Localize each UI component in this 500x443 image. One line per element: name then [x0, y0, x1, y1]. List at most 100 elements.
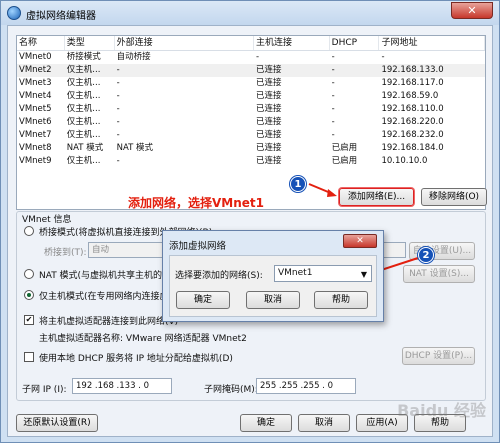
vmware-app-icon: [7, 6, 21, 20]
table-cell: 已连接: [255, 130, 282, 140]
col-header-dhcp[interactable]: DHCP: [330, 36, 380, 50]
dialog-ok-button[interactable]: 确定: [176, 291, 230, 309]
table-cell: 仅主机...: [66, 91, 101, 101]
table-cell: -: [116, 65, 120, 75]
table-row[interactable]: VMnet5 仅主机... - 已连接 - 192.168.110.0: [17, 103, 485, 116]
table-cell: VMnet8: [19, 143, 52, 153]
table-cell: 192.168.59.0: [381, 91, 439, 101]
table-row[interactable]: VMnet9 仅主机... - 已连接 已启用 10.10.10.0: [17, 155, 485, 168]
add-network-button[interactable]: 添加网络(E)...: [339, 188, 414, 206]
table-cell: -: [331, 104, 335, 114]
table-cell: 仅主机...: [66, 117, 101, 127]
table-row[interactable]: VMnet4 仅主机... - 已连接 - 192.168.59.0: [17, 90, 485, 103]
subnet-mask-label: 子网掩码(M):: [204, 385, 258, 395]
network-select[interactable]: VMnet1 ▼: [274, 265, 372, 282]
table-cell: -: [116, 156, 120, 166]
table-cell: VMnet5: [19, 104, 52, 114]
title-bar: 虚拟网络编辑器 ✕: [1, 1, 499, 25]
nat-settings-button[interactable]: NAT 设置(S)...: [403, 265, 475, 283]
table-cell: -: [331, 78, 335, 88]
subnet-mask-input[interactable]: 255 .255 .255 . 0: [256, 378, 356, 394]
add-virtual-network-dialog: 添加虚拟网络 ✕ 选择要添加的网络(S): VMnet1 ▼ 确定 取消 帮助: [162, 230, 384, 322]
subnet-ip-input[interactable]: 192 .168 .133 . 0: [72, 378, 172, 394]
connect-adapter-label: 将主机虚拟适配器连接到此网络(V): [39, 317, 179, 327]
table-cell: -: [331, 91, 335, 101]
restore-defaults-button[interactable]: 还原默认设置(R): [16, 414, 98, 432]
dialog-title: 添加虚拟网络: [169, 241, 227, 252]
ok-button[interactable]: 确定: [240, 414, 292, 432]
table-cell: 仅主机...: [66, 130, 101, 140]
remove-network-button[interactable]: 移除网络(O): [421, 188, 487, 206]
table-row[interactable]: VMnet2 仅主机... - 已连接 - 192.168.133.0: [17, 64, 485, 77]
adapter-name-label: 主机虚拟适配器名称: VMware 网络适配器 VMnet2: [39, 334, 247, 344]
table-cell: VMnet9: [19, 156, 52, 166]
host-only-radio[interactable]: [24, 290, 34, 300]
table-cell: 192.168.117.0: [381, 78, 444, 88]
table-cell: 已连接: [255, 156, 282, 166]
dhcp-settings-button[interactable]: DHCP 设置(P)...: [402, 347, 475, 365]
table-cell: 192.168.184.0: [381, 143, 444, 153]
nat-mode-radio[interactable]: [24, 269, 34, 279]
table-cell: VMnet7: [19, 130, 52, 140]
table-cell: -: [255, 52, 260, 62]
use-dhcp-checkbox[interactable]: [24, 352, 34, 362]
col-header-host[interactable]: 主机连接: [254, 36, 330, 50]
table-row[interactable]: VMnet8 NAT 模式 NAT 模式 已连接 已启用 192.168.184.0: [17, 142, 485, 155]
table-cell: -: [116, 91, 120, 101]
table-cell: 已连接: [255, 65, 282, 75]
table-cell: 仅主机...: [66, 78, 101, 88]
cancel-button[interactable]: 取消: [298, 414, 350, 432]
table-cell: 192.168.232.0: [381, 130, 444, 140]
step-badge-1: 1: [290, 176, 306, 192]
table-cell: 自动桥接: [116, 52, 151, 62]
col-header-name[interactable]: 名称: [17, 36, 65, 50]
connect-adapter-checkbox[interactable]: ✔: [24, 315, 34, 325]
bridged-mode-radio[interactable]: [24, 226, 34, 236]
virtual-network-editor-window: 虚拟网络编辑器 ✕ 名称 类型 外部连接 主机连接 DHCP 子网地址 VMne…: [0, 0, 500, 443]
table-cell: 已连接: [255, 117, 282, 127]
table-rows: VMnet0 桥接模式 自动桥接 - - - VMnet2 仅主机... - 已连接 - 192.16…: [17, 51, 485, 168]
dialog-help-button[interactable]: 帮助: [314, 291, 368, 309]
col-header-type[interactable]: 类型: [65, 36, 115, 50]
col-header-subnet[interactable]: 子网地址: [379, 36, 485, 50]
table-row[interactable]: VMnet0 桥接模式 自动桥接 - - -: [17, 51, 485, 64]
table-cell: 仅主机...: [66, 104, 101, 114]
table-cell: VMnet4: [19, 91, 52, 101]
dialog-cancel-button[interactable]: 取消: [246, 291, 300, 309]
table-cell: -: [116, 104, 120, 114]
table-cell: 已启用: [331, 156, 358, 166]
network-select-value: VMnet1: [278, 268, 313, 278]
table-cell: VMnet0: [19, 52, 52, 62]
table-cell: -: [331, 117, 335, 127]
table-cell: -: [116, 78, 120, 88]
dialog-close-button[interactable]: ✕: [343, 234, 377, 248]
annotation-text: 添加网络，选择VMnet1: [128, 196, 264, 210]
window-close-button[interactable]: ✕: [451, 2, 493, 19]
select-network-label: 选择要添加的网络(S):: [175, 271, 263, 281]
col-header-external[interactable]: 外部连接: [115, 36, 254, 50]
table-cell: 仅主机...: [66, 65, 101, 75]
table-row[interactable]: VMnet7 仅主机... - 已连接 - 192.168.232.0: [17, 129, 485, 142]
table-header: 名称 类型 外部连接 主机连接 DHCP 子网地址: [17, 36, 485, 51]
table-cell: 已启用: [331, 143, 358, 153]
bridged-to-label: 桥接到(T):: [44, 248, 87, 258]
table-cell: 已连接: [255, 91, 282, 101]
dialog-body: 选择要添加的网络(S): VMnet1 ▼ 确定 取消 帮助: [169, 255, 377, 317]
table-cell: 10.10.10.0: [381, 156, 428, 166]
subnet-ip-label: 子网 IP (I):: [22, 385, 67, 395]
table-row[interactable]: VMnet3 仅主机... - 已连接 - 192.168.117.0: [17, 77, 485, 90]
table-cell: -: [116, 117, 120, 127]
table-cell: 桥接模式: [66, 52, 101, 62]
table-cell: 仅主机...: [66, 156, 101, 166]
table-cell: 192.168.133.0: [381, 65, 444, 75]
table-cell: -: [331, 65, 335, 75]
table-cell: 已连接: [255, 78, 282, 88]
table-cell: -: [331, 130, 335, 140]
table-cell: -: [331, 52, 335, 62]
table-cell: NAT 模式: [116, 143, 154, 153]
table-row[interactable]: VMnet6 仅主机... - 已连接 - 192.168.220.0: [17, 116, 485, 129]
chevron-down-icon: ▼: [360, 270, 367, 279]
watermark: Baidu 经验: [397, 401, 486, 420]
table-cell: 已连接: [255, 143, 282, 153]
table-cell: 已连接: [255, 104, 282, 114]
